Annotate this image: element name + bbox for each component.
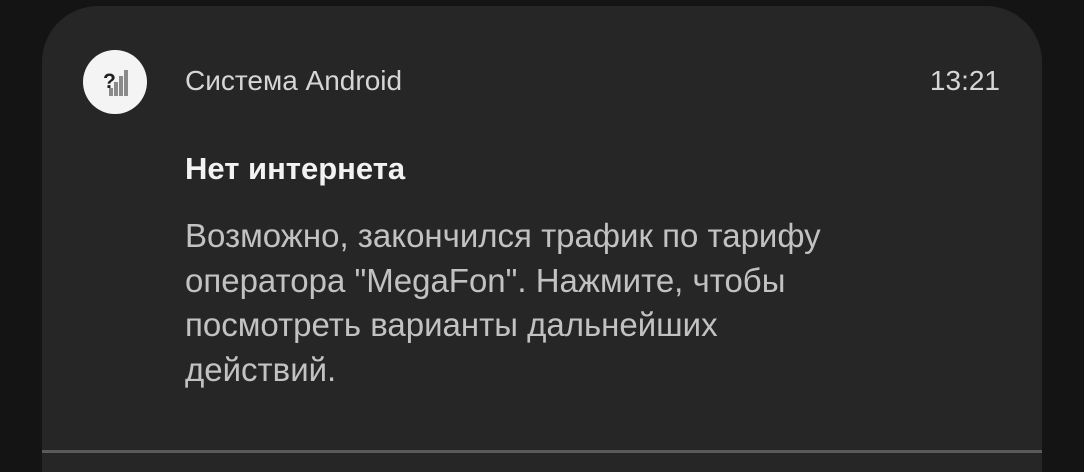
next-notification-edge bbox=[42, 453, 1042, 472]
notification-body-line: действий. bbox=[185, 350, 337, 388]
notification-title: Нет интернета bbox=[185, 151, 406, 186]
notification-time: 13:21 bbox=[929, 65, 1000, 96]
app-name: Система Android bbox=[185, 65, 403, 96]
notification-body-line: оператора "MegaFon". Нажмите, чтобы bbox=[185, 261, 786, 299]
notification-body-line: Возможно, закончился трафик по тарифу bbox=[185, 217, 821, 254]
no-signal-question-icon: ? bbox=[83, 50, 147, 114]
notification-body: Возможно, закончился трафик по тарифу оп… bbox=[185, 214, 975, 392]
notification-body-line: посмотреть варианты дальнейших bbox=[185, 306, 718, 343]
